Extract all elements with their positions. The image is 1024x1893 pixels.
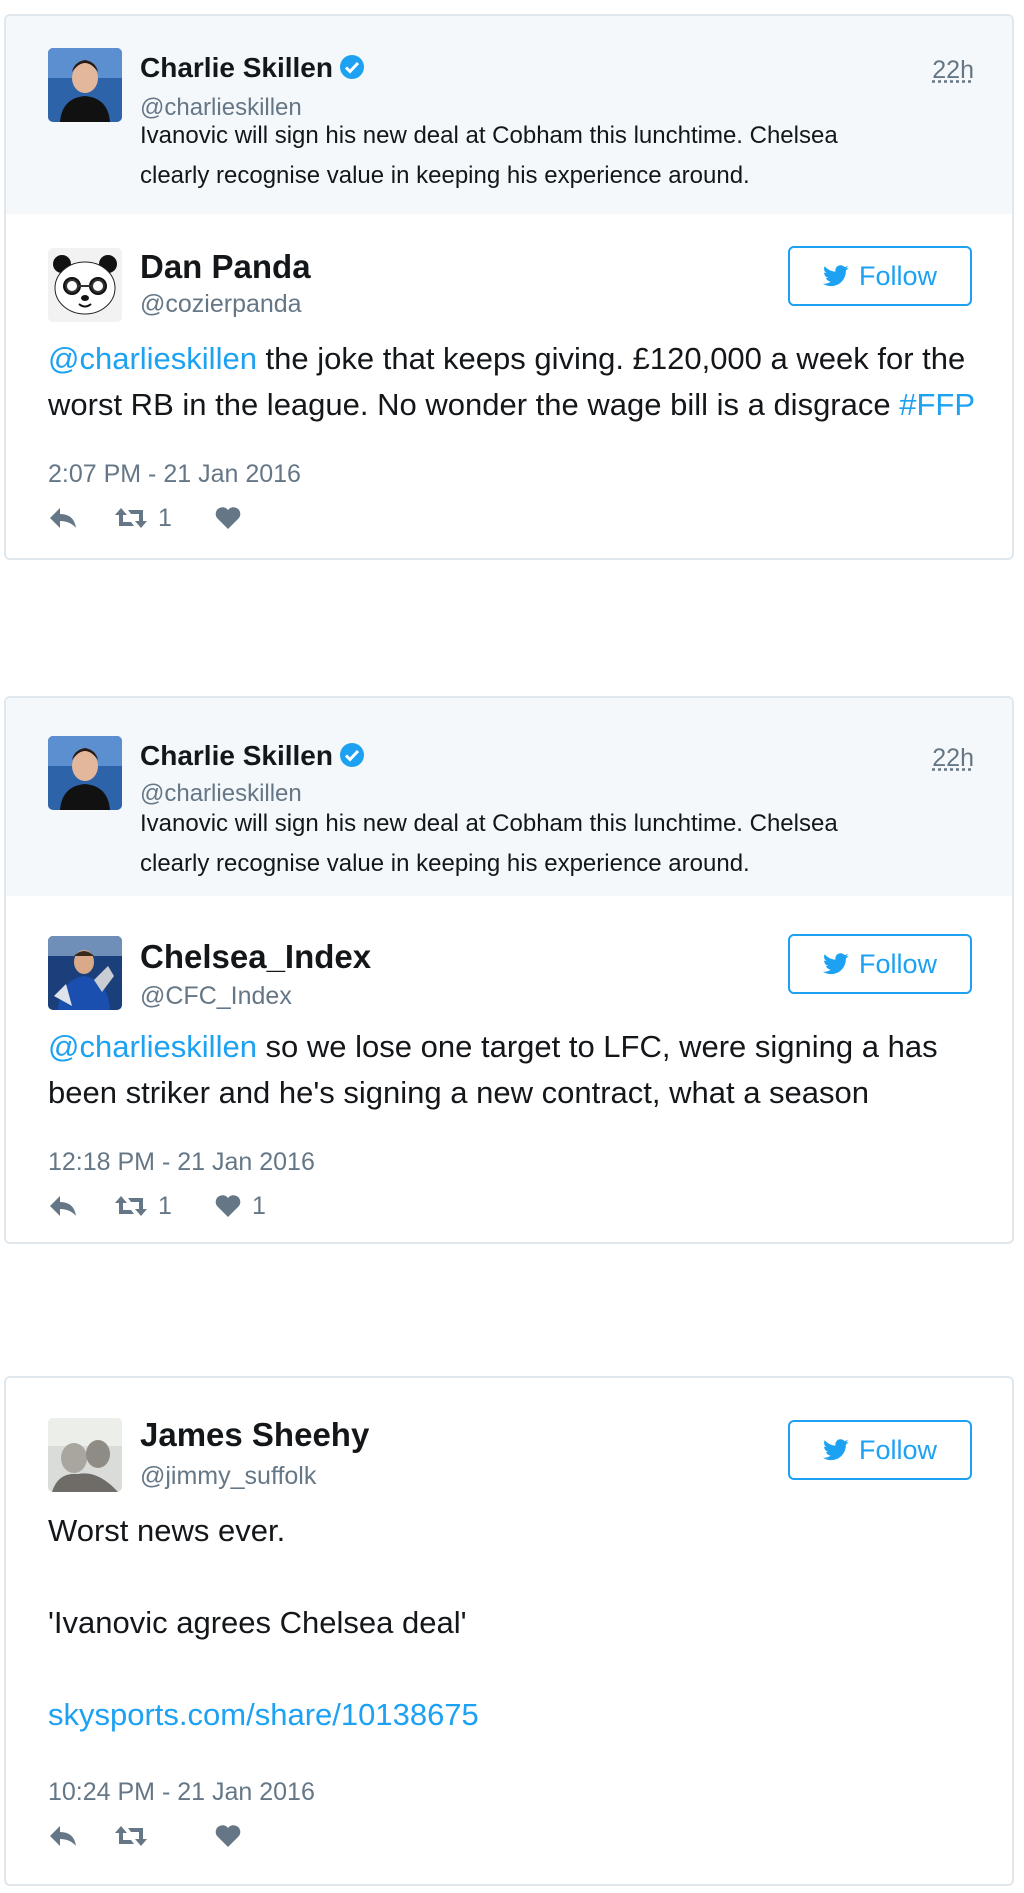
tweet-card: Charlie Skillen @charlieskillen 22h Ivan…: [4, 14, 1014, 560]
like-button[interactable]: [214, 506, 252, 530]
quoted-author-name[interactable]: Charlie Skillen: [140, 740, 365, 775]
tweet-actions: [48, 1818, 252, 1854]
retweet-button[interactable]: 1: [114, 504, 214, 533]
quoted-tweet-text: Ivanovic will sign his new deal at Cobha…: [140, 810, 838, 877]
mention-link[interactable]: @charlieskillen: [48, 341, 257, 376]
like-button[interactable]: 1: [214, 1192, 266, 1221]
tweet-text: @charlieskillen the joke that keeps givi…: [48, 341, 976, 422]
retweet-icon: [115, 1826, 147, 1846]
author-handle[interactable]: @cozierpanda: [140, 290, 302, 319]
author-name[interactable]: Chelsea_Index: [140, 938, 371, 976]
follow-button[interactable]: Follow: [788, 934, 972, 994]
quoted-author-name[interactable]: Charlie Skillen: [140, 52, 365, 87]
author-name[interactable]: James Sheehy: [140, 1416, 369, 1454]
tweet-text: @charlieskillen so we lose one target to…: [48, 1029, 938, 1110]
quoted-tweet-text: Ivanovic will sign his new deal at Cobha…: [140, 122, 838, 189]
reply-icon: [50, 1196, 76, 1216]
reply-button[interactable]: [48, 1194, 114, 1218]
tweet-date[interactable]: 12:18 PM - 21 Jan 2016: [48, 1148, 315, 1177]
avatar[interactable]: [48, 936, 122, 1010]
avatar[interactable]: [48, 48, 122, 122]
quoted-timestamp[interactable]: 22h: [932, 744, 974, 773]
verified-badge-icon: [339, 54, 365, 87]
tweet-date[interactable]: 10:24 PM - 21 Jan 2016: [48, 1778, 315, 1807]
retweet-icon: [115, 508, 147, 528]
like-icon: [215, 507, 241, 529]
like-button[interactable]: [214, 1824, 252, 1848]
avatar[interactable]: [48, 736, 122, 810]
twitter-bird-icon: [822, 953, 849, 975]
quoted-tweet[interactable]: Charlie Skillen @charlieskillen 22h Ivan…: [6, 698, 1012, 896]
quoted-tweet[interactable]: Charlie Skillen @charlieskillen 22h Ivan…: [6, 16, 1012, 214]
reply-button[interactable]: [48, 1824, 114, 1848]
author-handle[interactable]: @CFC_Index: [140, 982, 292, 1011]
quoted-timestamp[interactable]: 22h: [932, 56, 974, 85]
reply-button[interactable]: [48, 506, 114, 530]
follow-button[interactable]: Follow: [788, 1420, 972, 1480]
avatar[interactable]: [48, 248, 122, 322]
twitter-bird-icon: [822, 1439, 849, 1461]
retweet-icon: [115, 1196, 147, 1216]
avatar[interactable]: [48, 1418, 122, 1492]
tweet-text: Worst news ever. 'Ivanovic agrees Chelse…: [48, 1508, 978, 1738]
tweet-card: James Sheehy @jimmy_suffolk Follow Worst…: [4, 1376, 1014, 1886]
reply-icon: [50, 508, 76, 528]
verified-badge-icon: [339, 742, 365, 775]
like-icon: [215, 1825, 241, 1847]
mention-link[interactable]: @charlieskillen: [48, 1029, 257, 1064]
follow-button[interactable]: Follow: [788, 246, 972, 306]
author-name[interactable]: Dan Panda: [140, 248, 311, 286]
tweet-actions: 1: [48, 500, 252, 536]
article-link[interactable]: skysports.com/share/10138675: [48, 1692, 978, 1738]
like-icon: [215, 1195, 241, 1217]
hashtag-link[interactable]: #FFP: [899, 387, 975, 422]
twitter-bird-icon: [822, 265, 849, 287]
tweet-date[interactable]: 2:07 PM - 21 Jan 2016: [48, 460, 301, 489]
retweet-button[interactable]: 1: [114, 1192, 214, 1221]
tweet-actions: 1 1: [48, 1188, 266, 1224]
retweet-button[interactable]: [114, 1824, 214, 1848]
author-handle[interactable]: @jimmy_suffolk: [140, 1462, 316, 1491]
tweet-card: Charlie Skillen @charlieskillen 22h Ivan…: [4, 696, 1014, 1244]
reply-icon: [50, 1826, 76, 1846]
